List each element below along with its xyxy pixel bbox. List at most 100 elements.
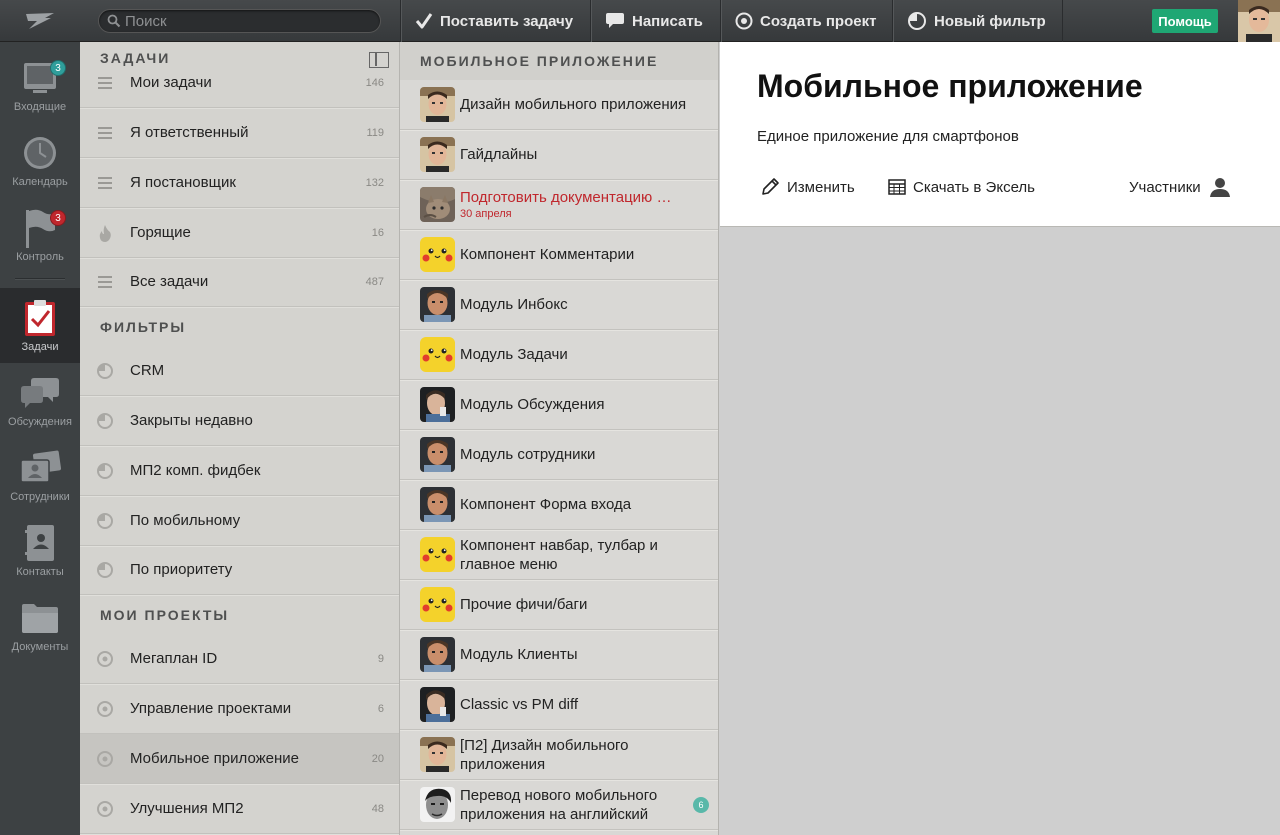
sidebar-item-label: По мобильному (130, 512, 241, 529)
task-title: Перевод нового мобильного приложения на … (460, 786, 658, 823)
sidebar-filter-crm[interactable]: CRM (80, 346, 399, 396)
nav-inbox[interactable]: 3 Входящие (0, 48, 80, 123)
sidebar-item-responsible[interactable]: Я ответственный 119 (80, 108, 399, 158)
task-avatar (420, 87, 455, 122)
nav-control-label: Контроль (16, 251, 64, 263)
chat-bubbles-icon (20, 373, 60, 413)
table-icon (888, 179, 906, 195)
tasks-heading-sticky: ЗАДАЧИ (80, 42, 399, 74)
clipboard-check-icon (24, 298, 56, 338)
help-button[interactable]: Помощь (1152, 9, 1218, 33)
task-item[interactable]: Гайдлайны (400, 130, 718, 180)
task-item[interactable]: Компонент Форма входа (400, 480, 718, 530)
task-title: Компонент Комментарии (460, 246, 635, 263)
sidebar-filter-mobile[interactable]: По мобильному (80, 496, 399, 546)
list-icon (80, 176, 130, 189)
person-icon (1209, 177, 1231, 197)
task-title: Classic vs PM diff (460, 696, 579, 713)
sidebar-project-pm[interactable]: Управление проектами 6 (80, 684, 399, 734)
pie-chart-icon (80, 462, 130, 480)
task-title-block: Модуль сотрудники (460, 445, 718, 464)
pie-chart-icon (80, 561, 130, 579)
nav-tasks[interactable]: Задачи (0, 288, 80, 363)
target-icon (80, 700, 130, 718)
flame-icon (80, 224, 130, 242)
target-icon (80, 800, 130, 818)
sidebar-item-count: 487 (365, 275, 384, 288)
task-item[interactable]: Компонент Комментарии (400, 230, 718, 280)
user-avatar[interactable] (1238, 0, 1280, 42)
task-avatar (420, 337, 455, 372)
nav-employees-label: Сотрудники (10, 491, 70, 503)
nav-discussions[interactable]: Обсуждения (0, 363, 80, 438)
create-task-button[interactable]: Поставить задачу (400, 0, 590, 42)
nav-control[interactable]: 3 Контроль (0, 198, 80, 273)
nav-contacts[interactable]: Контакты (0, 513, 80, 588)
task-item[interactable]: Дизайн мобильного приложения (400, 80, 718, 130)
sidebar-item-burning[interactable]: Горящие 16 (80, 208, 399, 258)
create-project-button[interactable]: Создать проект (720, 0, 892, 42)
task-item[interactable]: Модуль Обсуждения (400, 380, 718, 430)
new-filter-label: Новый фильтр (934, 12, 1046, 30)
project-description: Единое приложение для смартфонов (757, 128, 1019, 145)
nav-calendar[interactable]: Календарь (0, 123, 80, 198)
sidebar-filter-priority[interactable]: По приоритету (80, 545, 399, 595)
task-title-block: Модуль Обсуждения (460, 395, 718, 414)
sidebar-item-count: 20 (371, 752, 384, 765)
list-icon (80, 126, 130, 139)
projects-heading: МОИ ПРОЕКТЫ (100, 607, 230, 623)
members-button[interactable]: Участники (1129, 176, 1231, 198)
sidebar-item-count: 48 (371, 802, 384, 815)
project-detail: Мобильное приложение Единое приложение д… (720, 42, 1280, 227)
write-message-button[interactable]: Написать (590, 0, 720, 42)
nav-employees[interactable]: Сотрудники (0, 438, 80, 513)
task-item[interactable]: Модуль Инбокс (400, 280, 718, 330)
task-item[interactable]: Модуль Задачи (400, 330, 718, 380)
pie-chart-icon (907, 11, 927, 31)
task-title-block: Компонент Комментарии (460, 245, 718, 264)
task-item[interactable]: Classic vs PM diff (400, 680, 718, 730)
task-avatar (420, 787, 455, 822)
task-title: Прочие фичи/баги (460, 596, 588, 613)
task-item[interactable]: Модуль Клиенты (400, 630, 718, 680)
sidebar-item-label: Закрыты недавно (130, 412, 253, 429)
task-title-block: Модуль Клиенты (460, 645, 718, 664)
sidebar-item-label: Все задачи (130, 273, 209, 290)
task-comment-badge: 6 (693, 797, 709, 813)
edit-button[interactable]: Изменить (760, 176, 855, 198)
nav-inbox-label: Входящие (13, 101, 67, 113)
sidebar-item-label: Мои задачи (130, 74, 212, 91)
task-item[interactable]: Компонент навбар, тулбар и главное меню (400, 530, 718, 580)
panel-toggle-icon[interactable] (369, 52, 389, 68)
search-box[interactable] (98, 9, 381, 33)
target-icon (735, 12, 753, 30)
sidebar-filter-mp2-feedback[interactable]: МП2 комп. фидбек (80, 446, 399, 496)
task-item[interactable]: Перевод нового мобильного приложения на … (400, 780, 718, 830)
sidebar-project-mp2-improvements[interactable]: Улучшения МП2 48 (80, 784, 399, 834)
task-avatar (420, 587, 455, 622)
task-item[interactable]: Модуль сотрудники (400, 430, 718, 480)
search-input[interactable] (125, 12, 365, 30)
sidebar-item-count: 9 (377, 652, 384, 665)
app-logo[interactable] (0, 0, 80, 42)
task-item[interactable]: Прочие фичи/баги (400, 580, 718, 630)
task-item[interactable]: [П2] Дизайн мобильного приложения (400, 730, 718, 780)
sidebar-item-count: 146 (365, 76, 384, 89)
task-avatar (420, 537, 455, 572)
sidebar-project-mobile-app[interactable]: Мобильное приложение 20 (80, 734, 399, 784)
new-filter-button[interactable]: Новый фильтр (892, 0, 1062, 42)
sidebar-item-count: 132 (365, 176, 384, 189)
project-title: Мобильное приложение (757, 68, 1143, 104)
sidebar-filter-recently-closed[interactable]: Закрыты недавно (80, 396, 399, 446)
sidebar-project-megaplan-id[interactable]: Мегаплан ID 9 (80, 634, 399, 684)
task-title-block: Перевод нового мобильного приложения на … (460, 786, 718, 824)
sidebar-item-creator[interactable]: Я постановщик 132 (80, 158, 399, 208)
sidebar-item-all-tasks[interactable]: Все задачи 487 (80, 257, 399, 307)
pencil-icon (760, 177, 780, 197)
pie-chart-icon (80, 362, 130, 380)
nav-documents[interactable]: Документы (0, 588, 80, 663)
task-item[interactable]: Подготовить документацию … 30 апреля (400, 180, 718, 230)
export-excel-button[interactable]: Скачать в Эксель (888, 176, 1035, 198)
list-icon (80, 76, 130, 89)
task-title-block: Подготовить документацию … 30 апреля (460, 188, 718, 221)
